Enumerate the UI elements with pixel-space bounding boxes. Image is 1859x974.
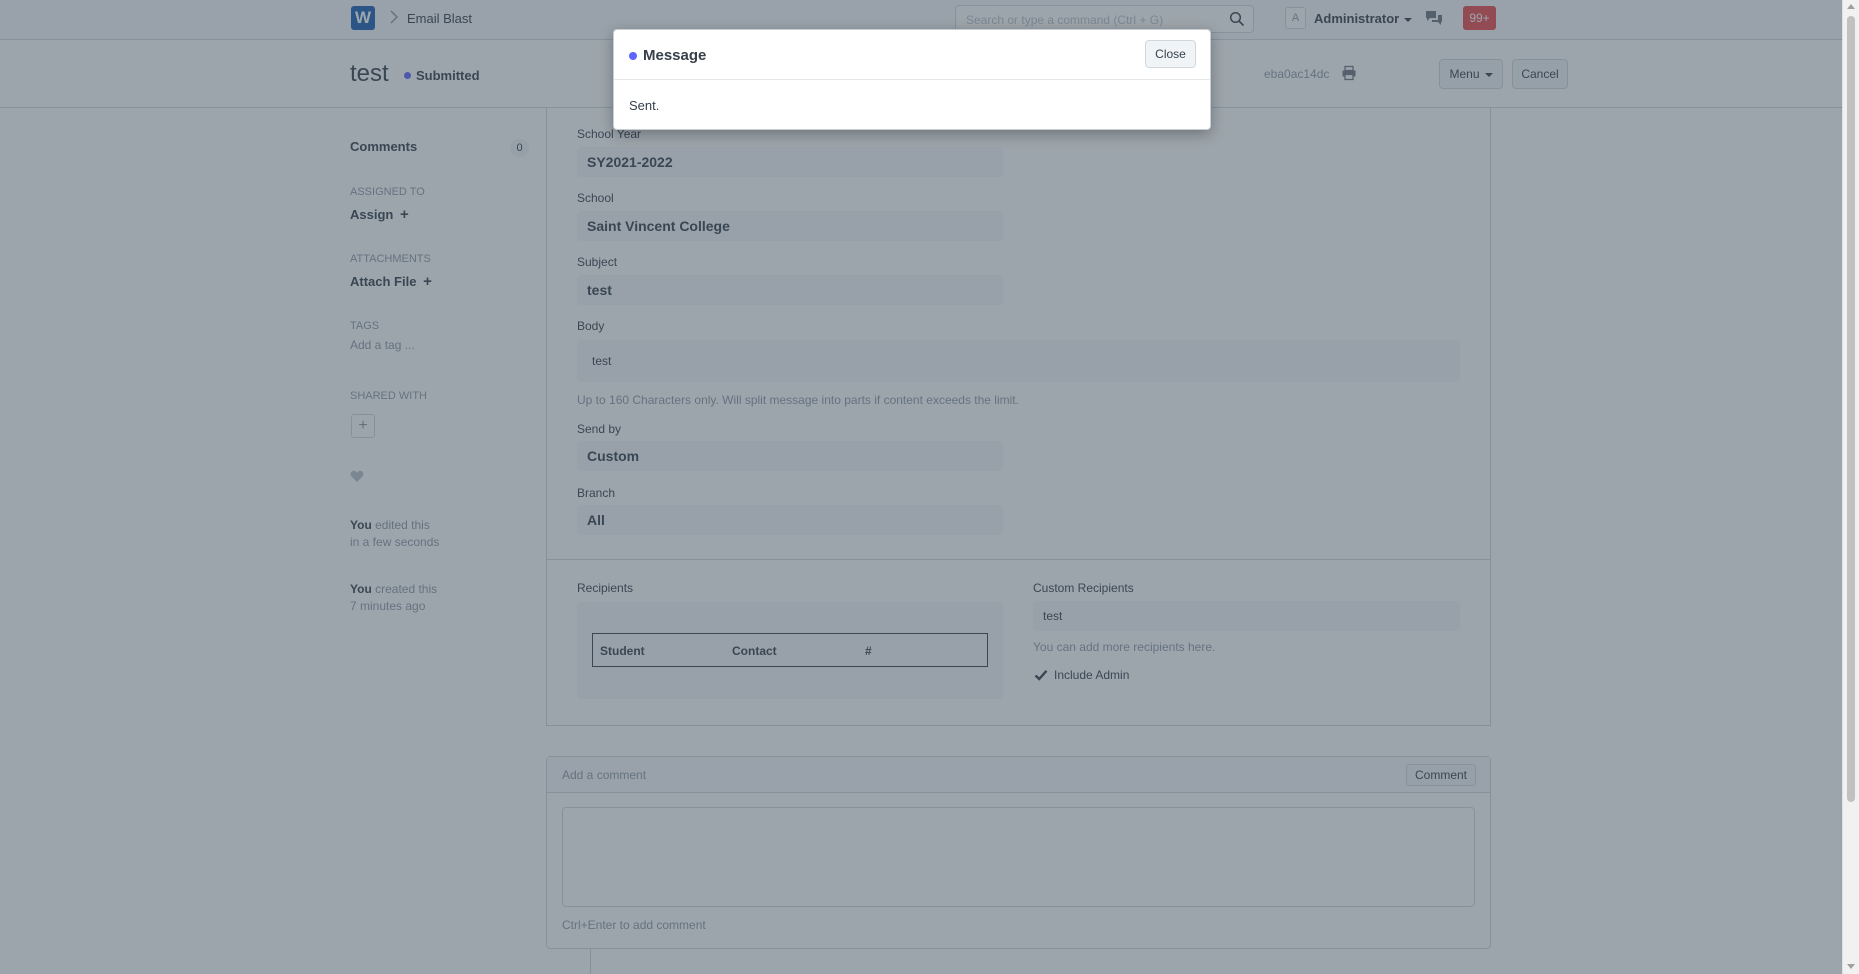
close-button[interactable]: Close (1145, 40, 1196, 68)
dialog-header: Message Close (614, 30, 1210, 80)
dialog-message: Sent. (629, 98, 660, 113)
scroll-thumb[interactable] (1847, 16, 1855, 802)
dialog-title: Message (643, 47, 707, 64)
scroll-down-icon[interactable] (1847, 964, 1855, 969)
scrollbar[interactable] (1842, 0, 1859, 974)
indicator-dot-icon (629, 52, 637, 60)
message-dialog: Message Close Sent. (613, 29, 1211, 130)
scroll-up-icon[interactable] (1847, 4, 1855, 9)
modal-backdrop[interactable] (0, 0, 1842, 974)
